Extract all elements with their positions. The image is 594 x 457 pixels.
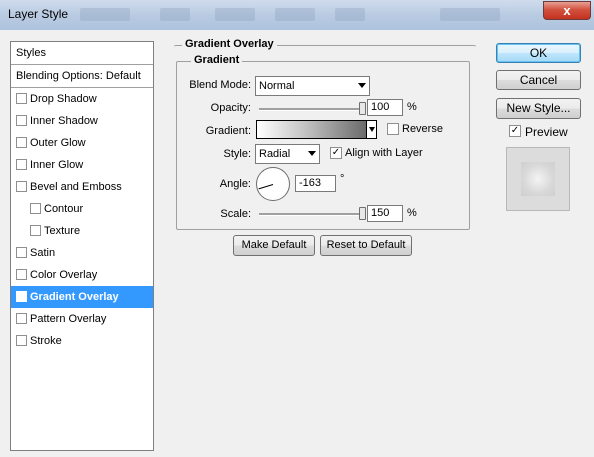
styles-header[interactable]: Styles (11, 42, 153, 65)
toolbar-blur (215, 8, 255, 21)
style-item-label: Bevel and Emboss (30, 181, 122, 193)
new-style-button[interactable]: New Style... (496, 98, 581, 119)
style-checkbox[interactable] (16, 335, 27, 346)
style-checkbox[interactable] (16, 115, 27, 126)
checkmark-icon: ✓ (331, 147, 341, 158)
gradient-label: Gradient: (205, 125, 251, 137)
style-checkbox[interactable] (16, 269, 27, 280)
scale-slider-thumb[interactable] (359, 207, 366, 220)
style-item-label: Stroke (30, 335, 62, 347)
style-label: Style: (223, 148, 251, 160)
reverse-checkbox[interactable] (387, 123, 399, 135)
angle-input[interactable]: -163 (295, 175, 336, 192)
reset-to-default-button[interactable]: Reset to Default (320, 235, 412, 256)
style-value: Radial (259, 148, 291, 160)
style-item-label: Color Overlay (30, 269, 98, 281)
close-icon: x (563, 3, 571, 18)
checkmark-icon: ✓ (17, 291, 26, 302)
close-button[interactable]: x (543, 1, 591, 20)
style-checkbox[interactable] (16, 313, 27, 324)
align-with-layer-label: Align with Layer (345, 147, 423, 159)
style-item-drop-shadow[interactable]: Drop Shadow (11, 88, 153, 110)
style-item-label: Satin (30, 247, 56, 259)
chevron-down-icon (308, 151, 316, 156)
style-item-gradient-overlay[interactable]: ✓ Gradient Overlay (11, 286, 153, 308)
style-checkbox[interactable]: ✓ (16, 291, 27, 302)
style-checkbox[interactable] (16, 247, 27, 258)
angle-needle (258, 184, 274, 190)
gradient-swatch[interactable] (256, 120, 367, 139)
toolbar-blur (160, 8, 190, 21)
angle-unit: ° (340, 173, 345, 185)
chevron-down-icon (369, 127, 375, 132)
blend-mode-value: Normal (259, 80, 295, 92)
style-checkbox[interactable] (30, 203, 41, 214)
style-item-label: Gradient Overlay (30, 291, 119, 303)
blend-mode-select[interactable]: Normal (255, 76, 370, 96)
window-title: Layer Style (8, 7, 69, 21)
preview-label: Preview (525, 125, 568, 139)
style-item-color-overlay[interactable]: Color Overlay (11, 264, 153, 286)
style-item-inner-shadow[interactable]: Inner Shadow (11, 110, 153, 132)
title-bar[interactable]: Layer Style x (0, 0, 594, 30)
scale-input[interactable]: 150 (367, 205, 403, 222)
style-items: Drop Shadow Inner Shadow Outer Glow Inner G… (11, 88, 153, 352)
style-item-label: Outer Glow (30, 137, 86, 149)
toolbar-blur (275, 8, 315, 21)
style-item-label: Pattern Overlay (30, 313, 107, 325)
preview-checkbox[interactable]: ✓ (509, 125, 521, 137)
style-select[interactable]: Radial (255, 144, 320, 164)
scale-unit: % (407, 207, 417, 219)
scale-slider[interactable] (259, 213, 363, 216)
group-title: Gradient (191, 54, 243, 66)
reverse-label: Reverse (402, 123, 443, 135)
opacity-label: Opacity: (210, 102, 251, 114)
style-checkbox[interactable] (16, 181, 27, 192)
style-item-label: Inner Glow (30, 159, 84, 171)
ok-button[interactable]: OK (496, 43, 581, 63)
style-item-pattern-overlay[interactable]: Pattern Overlay (11, 308, 153, 330)
style-item-bevel-and-emboss[interactable]: Bevel and Emboss (11, 176, 153, 198)
layer-style-dialog: Layer Style x Styles Blending Options: D… (0, 0, 594, 457)
section-title: Gradient Overlay (182, 38, 277, 50)
style-item-inner-glow[interactable]: Inner Glow (11, 154, 153, 176)
toolbar-blur (80, 8, 130, 21)
style-item-texture[interactable]: Texture (11, 220, 153, 242)
blending-options[interactable]: Blending Options: Default (11, 65, 153, 88)
style-preview-thumbnail (506, 147, 570, 211)
make-default-button[interactable]: Make Default (233, 235, 315, 256)
style-item-label: Inner Shadow (30, 115, 98, 127)
scale-label: Scale: (220, 208, 251, 220)
style-checkbox[interactable] (16, 93, 27, 104)
cancel-button[interactable]: Cancel (496, 70, 581, 90)
toolbar-blur (440, 8, 500, 21)
opacity-input[interactable]: 100 (367, 99, 403, 116)
style-item-contour[interactable]: Contour (11, 198, 153, 220)
style-item-stroke[interactable]: Stroke (11, 330, 153, 352)
checkmark-icon: ✓ (510, 125, 520, 136)
dialog-client: Styles Blending Options: Default Drop Sh… (4, 30, 592, 455)
style-item-label: Contour (44, 203, 84, 215)
angle-dial[interactable] (256, 167, 290, 201)
toolbar-blur (335, 8, 365, 21)
styles-list: Styles Blending Options: Default Drop Sh… (10, 41, 154, 451)
style-checkbox[interactable] (16, 159, 27, 170)
style-item-satin[interactable]: Satin (11, 242, 153, 264)
gradient-group: Gradient Blend Mode: Normal Opacity: 100… (176, 54, 470, 230)
align-with-layer-checkbox[interactable]: ✓ (330, 147, 342, 159)
angle-label: Angle: (219, 178, 251, 190)
style-item-label: Texture (44, 225, 81, 237)
style-item-label: Drop Shadow (30, 93, 97, 105)
opacity-unit: % (407, 101, 417, 113)
style-checkbox[interactable] (30, 225, 41, 236)
preview-swatch (521, 162, 555, 196)
opacity-slider[interactable] (259, 108, 363, 111)
style-checkbox[interactable] (16, 137, 27, 148)
opacity-slider-thumb[interactable] (359, 102, 366, 115)
style-item-outer-glow[interactable]: Outer Glow (11, 132, 153, 154)
gradient-picker-button[interactable] (366, 120, 377, 139)
blend-mode-label: Blend Mode: (189, 79, 251, 91)
chevron-down-icon (358, 83, 366, 88)
